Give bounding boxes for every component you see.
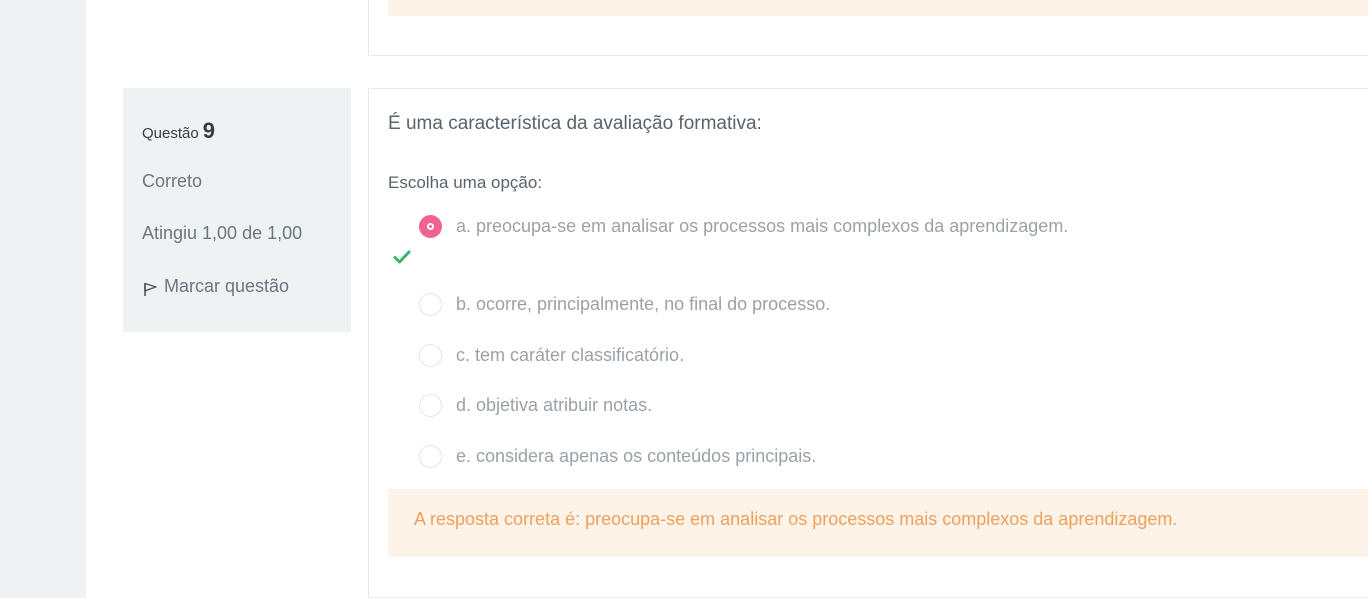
question-grade: Atingiu 1,00 de 1,00 <box>142 223 303 243</box>
previous-question-card <box>368 0 1368 56</box>
question-text: É uma característica da avaliação format… <box>388 113 762 134</box>
radio[interactable] <box>419 445 442 468</box>
option-label: b. ocorre, principalmente, no final do p… <box>456 294 831 314</box>
question-state: Correto <box>142 171 203 191</box>
answer-prompt: Escolha uma opção: <box>388 173 543 192</box>
option-label: d. objetiva atribuir notas. <box>456 395 653 415</box>
answer-option-b[interactable]: b. ocorre, principalmente, no final do p… <box>419 293 830 316</box>
option-label: a. preocupa-se em analisar os processos … <box>456 216 1069 236</box>
question-number: Questão 9 <box>142 118 215 144</box>
check-icon <box>393 250 411 264</box>
question-prefix: Questão <box>142 125 199 142</box>
answer-option-e[interactable]: e. considera apenas os conteúdos princip… <box>419 445 816 468</box>
radio-dot <box>427 223 434 230</box>
previous-feedback-box <box>388 0 1368 16</box>
radio[interactable] <box>419 293 442 316</box>
flag-icon <box>144 282 157 296</box>
answer-option-d[interactable]: d. objetiva atribuir notas. <box>419 394 652 417</box>
correct-answer-feedback: A resposta correta é: preocupa-se em ana… <box>414 509 1178 529</box>
feedback-box: A resposta correta é: preocupa-se em ana… <box>388 489 1368 557</box>
question-number-value: 9 <box>202 118 215 143</box>
radio[interactable] <box>419 394 442 417</box>
answer-option-a[interactable]: a. preocupa-se em analisar os processos … <box>419 215 1068 238</box>
radio[interactable] <box>419 344 442 367</box>
flag-label: Marcar questão <box>164 275 290 296</box>
question-info: Questão 9 Correto Atingiu 1,00 de 1,00 Ma… <box>123 88 351 332</box>
flag-question-link[interactable]: Marcar questão <box>142 275 289 297</box>
left-rail <box>0 0 86 598</box>
question-content: É uma característica da avaliação format… <box>368 88 1368 598</box>
answer-option-c[interactable]: c. tem caráter classificatório. <box>419 344 684 367</box>
option-label: e. considera apenas os conteúdos princip… <box>456 446 817 466</box>
radio-selected[interactable] <box>419 215 442 238</box>
option-label: c. tem caráter classificatório. <box>456 345 685 365</box>
